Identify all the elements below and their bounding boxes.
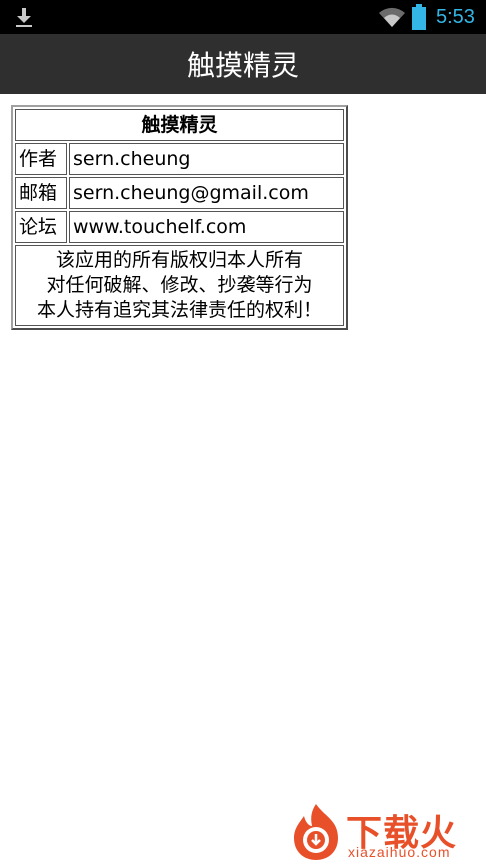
page-title: 触摸精灵	[186, 49, 299, 82]
download-icon	[16, 8, 32, 27]
notice-line: 该应用的所有版权归本人所有	[55, 249, 303, 271]
table-row: 论坛 www.touchelf.com	[15, 211, 344, 243]
info-title: 触摸精灵	[15, 109, 344, 141]
email-value: sern.cheung@gmail.com	[69, 177, 344, 209]
notice-line: 对任何破解、修改、抄袭等行为	[46, 274, 313, 296]
status-bar: 5:53	[0, 0, 486, 34]
status-clock: 5:53	[436, 6, 475, 28]
watermark-domain: xiazaihuo.com	[348, 844, 451, 860]
copyright-notice: 该应用的所有版权归本人所有 对任何破解、修改、抄袭等行为 本人持有追究其法律责任…	[15, 245, 344, 326]
email-label: 邮箱	[15, 177, 67, 209]
watermark: 下载火 xiazaihuo.com	[288, 800, 486, 864]
wifi-icon	[379, 7, 405, 28]
forum-label: 论坛	[15, 211, 67, 243]
action-bar: 触摸精灵	[0, 34, 486, 94]
table-row: 触摸精灵	[15, 109, 344, 141]
notice-line: 本人持有追究其法律责任的权利！	[36, 299, 322, 321]
info-table: 触摸精灵 作者 sern.cheung 邮箱 sern.cheung@gmail…	[11, 105, 348, 330]
battery-icon	[412, 4, 426, 30]
forum-value: www.touchelf.com	[69, 211, 344, 243]
table-row: 邮箱 sern.cheung@gmail.com	[15, 177, 344, 209]
author-label: 作者	[15, 143, 67, 175]
about-content: 触摸精灵 作者 sern.cheung 邮箱 sern.cheung@gmail…	[11, 105, 348, 330]
flame-logo-icon	[294, 804, 338, 860]
table-row: 作者 sern.cheung	[15, 143, 344, 175]
table-row: 该应用的所有版权归本人所有 对任何破解、修改、抄袭等行为 本人持有追究其法律责任…	[15, 245, 344, 326]
author-value: sern.cheung	[69, 143, 344, 175]
